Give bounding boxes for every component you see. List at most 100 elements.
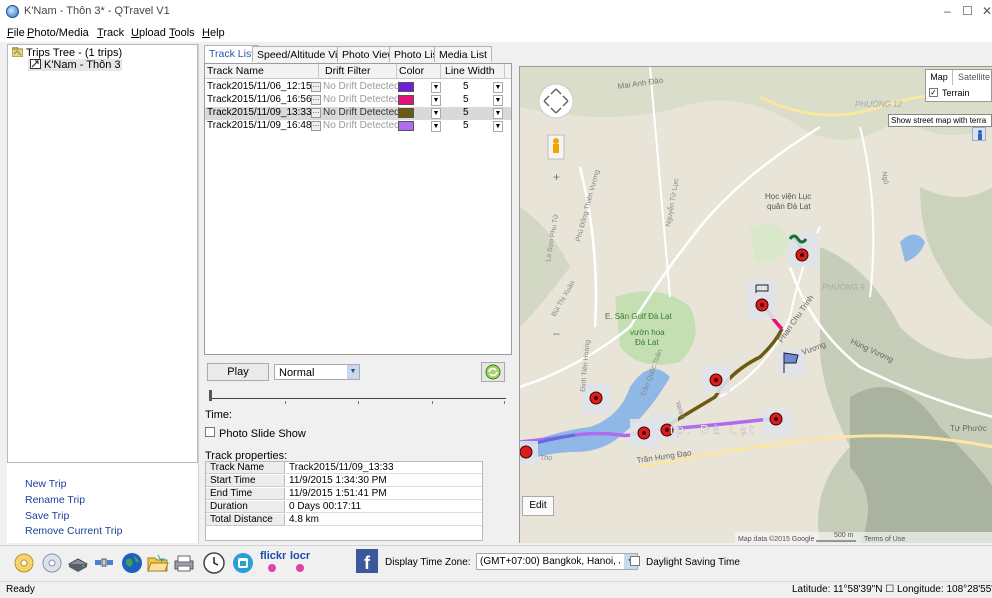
line-width-dropdown[interactable]: ▼ bbox=[493, 108, 503, 119]
satellite-button[interactable]: Satellite bbox=[954, 70, 992, 85]
globe-icon[interactable] bbox=[120, 551, 144, 575]
menu-photo-media[interactable]: Photo/Media bbox=[27, 27, 89, 39]
play-button[interactable]: Play bbox=[207, 363, 269, 381]
facebook-icon[interactable]: f bbox=[356, 549, 378, 573]
color-swatch[interactable] bbox=[398, 108, 414, 118]
tree-item-trip[interactable]: K'Nam - Thôn 3 bbox=[28, 59, 123, 71]
remove-trip-link[interactable]: Remove Current Trip bbox=[25, 525, 122, 537]
map-scale-label: 500 m bbox=[834, 532, 854, 539]
map-label-phuong9: PHƯỜNG 9 bbox=[822, 283, 865, 292]
drive-icon[interactable] bbox=[66, 551, 90, 575]
person-marker-icon[interactable] bbox=[972, 127, 986, 141]
track-row[interactable]: Track2015/11/06_16:56… No Drift Detected ▼… bbox=[205, 94, 511, 107]
daylight-saving-checkbox[interactable] bbox=[630, 556, 640, 566]
map-label-hoc-vien: Học viện Lục bbox=[765, 192, 811, 201]
tab-track-list[interactable]: Track List bbox=[204, 45, 260, 63]
prop-value: Track2015/11/09_13:33 bbox=[286, 462, 482, 474]
menu-tools[interactable]: Tools bbox=[169, 27, 195, 39]
col-color[interactable]: Color bbox=[397, 64, 441, 79]
pegman-icon[interactable] bbox=[547, 134, 565, 160]
color-dropdown[interactable]: ▼ bbox=[431, 121, 441, 132]
drift-filter-button[interactable]: … bbox=[311, 121, 321, 131]
flickr-icon[interactable]: flickr bbox=[260, 550, 287, 575]
drift-filter-button[interactable]: … bbox=[311, 108, 321, 118]
color-swatch[interactable] bbox=[398, 121, 414, 131]
track-name-cell: Track2015/11/09_13:33 bbox=[207, 107, 312, 118]
splitter[interactable] bbox=[198, 44, 202, 544]
track-row[interactable]: Track2015/11/09_13:33… No Drift Detected ▼… bbox=[205, 107, 511, 120]
menu-file[interactable]: File bbox=[7, 27, 25, 39]
clock-icon[interactable] bbox=[202, 551, 226, 575]
map-label-vuon-hoa: vườn hoa bbox=[630, 328, 665, 337]
pan-control[interactable] bbox=[538, 83, 574, 119]
time-zone-select[interactable]: (GMT+07:00) Bangkok, Hanoi, Jakart▼ bbox=[476, 553, 638, 570]
save-trip-link[interactable]: Save Trip bbox=[25, 510, 69, 522]
menu-upload[interactable]: Upload bbox=[131, 27, 166, 39]
prop-key: Track Name bbox=[206, 462, 285, 474]
col-track-name[interactable]: Track Name bbox=[205, 64, 319, 79]
daylight-saving-label: Daylight Saving Time bbox=[646, 557, 740, 568]
prop-value: 11/9/2015 1:34:30 PM bbox=[286, 475, 482, 487]
col-line-width[interactable]: Line Width bbox=[441, 64, 505, 79]
photo-slideshow-checkbox[interactable] bbox=[205, 427, 215, 437]
prop-key: Duration bbox=[206, 501, 285, 513]
photo-marker[interactable] bbox=[748, 281, 776, 319]
maximize-button[interactable]: ☐ bbox=[962, 4, 973, 18]
rename-trip-link[interactable]: Rename Trip bbox=[25, 494, 85, 506]
track-properties-table: Track Name Track2015/11/09_13:33 Start T… bbox=[205, 461, 483, 541]
printer-icon[interactable] bbox=[172, 551, 196, 575]
menu-track[interactable]: Track bbox=[97, 27, 124, 39]
menu-bar: File Photo/Media Track Upload Tools Help bbox=[0, 24, 992, 42]
track-row[interactable]: Track2015/11/06_12:15… No Drift Detected ▼… bbox=[205, 81, 511, 94]
refresh-map-button[interactable] bbox=[481, 362, 505, 382]
tree-root[interactable]: Trips Tree - (1 trips) bbox=[12, 47, 122, 59]
new-trip-link[interactable]: New Trip bbox=[25, 478, 66, 490]
photo-marker[interactable] bbox=[702, 365, 730, 393]
locr-icon[interactable]: locr bbox=[290, 551, 314, 575]
color-swatch[interactable] bbox=[398, 95, 414, 105]
drift-filter-button[interactable]: … bbox=[311, 95, 321, 105]
drift-filter-button[interactable]: … bbox=[311, 82, 321, 92]
slider-tick bbox=[432, 401, 433, 404]
tab-media-list[interactable]: Media List bbox=[434, 46, 492, 62]
col-drift-filter[interactable]: Drift Filter bbox=[319, 64, 397, 79]
photo-marker[interactable] bbox=[520, 441, 538, 465]
map-type-control: Map Satellite ✓ Terrain bbox=[925, 69, 992, 102]
map-button[interactable]: Map bbox=[926, 70, 953, 85]
map-label-da-lat: Đà Lạt bbox=[635, 338, 659, 347]
minimize-button[interactable]: – bbox=[944, 4, 951, 18]
browser-icon[interactable] bbox=[231, 551, 255, 575]
color-dropdown[interactable]: ▼ bbox=[431, 95, 441, 106]
close-button[interactable]: ✕ bbox=[982, 4, 992, 18]
terrain-checkbox[interactable]: ✓ bbox=[929, 88, 938, 97]
track-row[interactable]: Track2015/11/09_16:48… No Drift Detected ▼… bbox=[205, 120, 511, 133]
color-swatch[interactable] bbox=[398, 82, 414, 92]
drift-filter-cell: No Drift Detected bbox=[323, 81, 400, 92]
prop-value: 4.8 km bbox=[286, 514, 482, 526]
satellite-icon[interactable] bbox=[92, 551, 116, 575]
color-dropdown[interactable]: ▼ bbox=[431, 82, 441, 93]
color-dropdown[interactable]: ▼ bbox=[431, 108, 441, 119]
flickr-label: flickr bbox=[260, 550, 287, 562]
line-width-dropdown[interactable]: ▼ bbox=[493, 121, 503, 132]
time-slider-thumb[interactable] bbox=[209, 390, 212, 401]
prop-value: 0 Days 00:17:11 bbox=[286, 501, 482, 513]
edit-button[interactable]: Edit bbox=[522, 496, 554, 516]
time-slider-track[interactable] bbox=[210, 398, 506, 399]
map-view[interactable]: + – Mai Anh Đào PHƯỜNG 12 Học viện Lục q… bbox=[519, 66, 992, 543]
cd-icon[interactable] bbox=[12, 551, 36, 575]
slider-tick bbox=[504, 401, 505, 404]
photo-marker[interactable] bbox=[763, 409, 791, 435]
folder-open-icon[interactable] bbox=[146, 551, 170, 575]
speed-select[interactable]: Normal ▼ bbox=[274, 364, 360, 380]
speed-value: Normal bbox=[279, 367, 315, 379]
dvd-icon[interactable] bbox=[40, 551, 64, 575]
prop-key: End Time bbox=[206, 488, 285, 500]
menu-help[interactable]: Help bbox=[202, 27, 225, 39]
trip-actions-panel: New Trip Rename Trip Save Trip Remove Cu… bbox=[7, 463, 198, 543]
map-label-tu-phuoc: Tự Phước bbox=[950, 424, 987, 433]
line-width-dropdown[interactable]: ▼ bbox=[493, 95, 503, 106]
track-table: Track Name Drift Filter Color Line Width… bbox=[204, 63, 512, 355]
line-width-dropdown[interactable]: ▼ bbox=[493, 82, 503, 93]
map-canvas[interactable]: + – Mai Anh Đào PHƯỜNG 12 Học viện Lục q… bbox=[520, 67, 992, 543]
